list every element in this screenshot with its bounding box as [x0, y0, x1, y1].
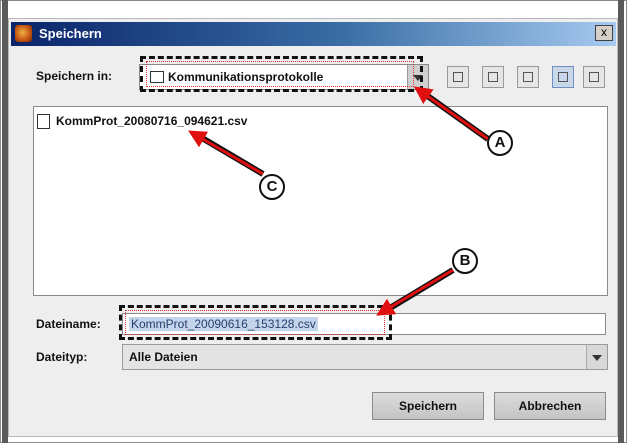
- annotation-arrow-a-fill: [413, 86, 489, 141]
- annotation-arrows: [188, 86, 490, 316]
- annotation-arrow-c-fill: [188, 130, 264, 176]
- annotation-badge-a: A: [487, 130, 513, 156]
- annotation-badge-b: B: [452, 248, 478, 274]
- annotation-arrow-b-fill: [376, 268, 454, 316]
- annotation-badge-c: C: [259, 174, 285, 200]
